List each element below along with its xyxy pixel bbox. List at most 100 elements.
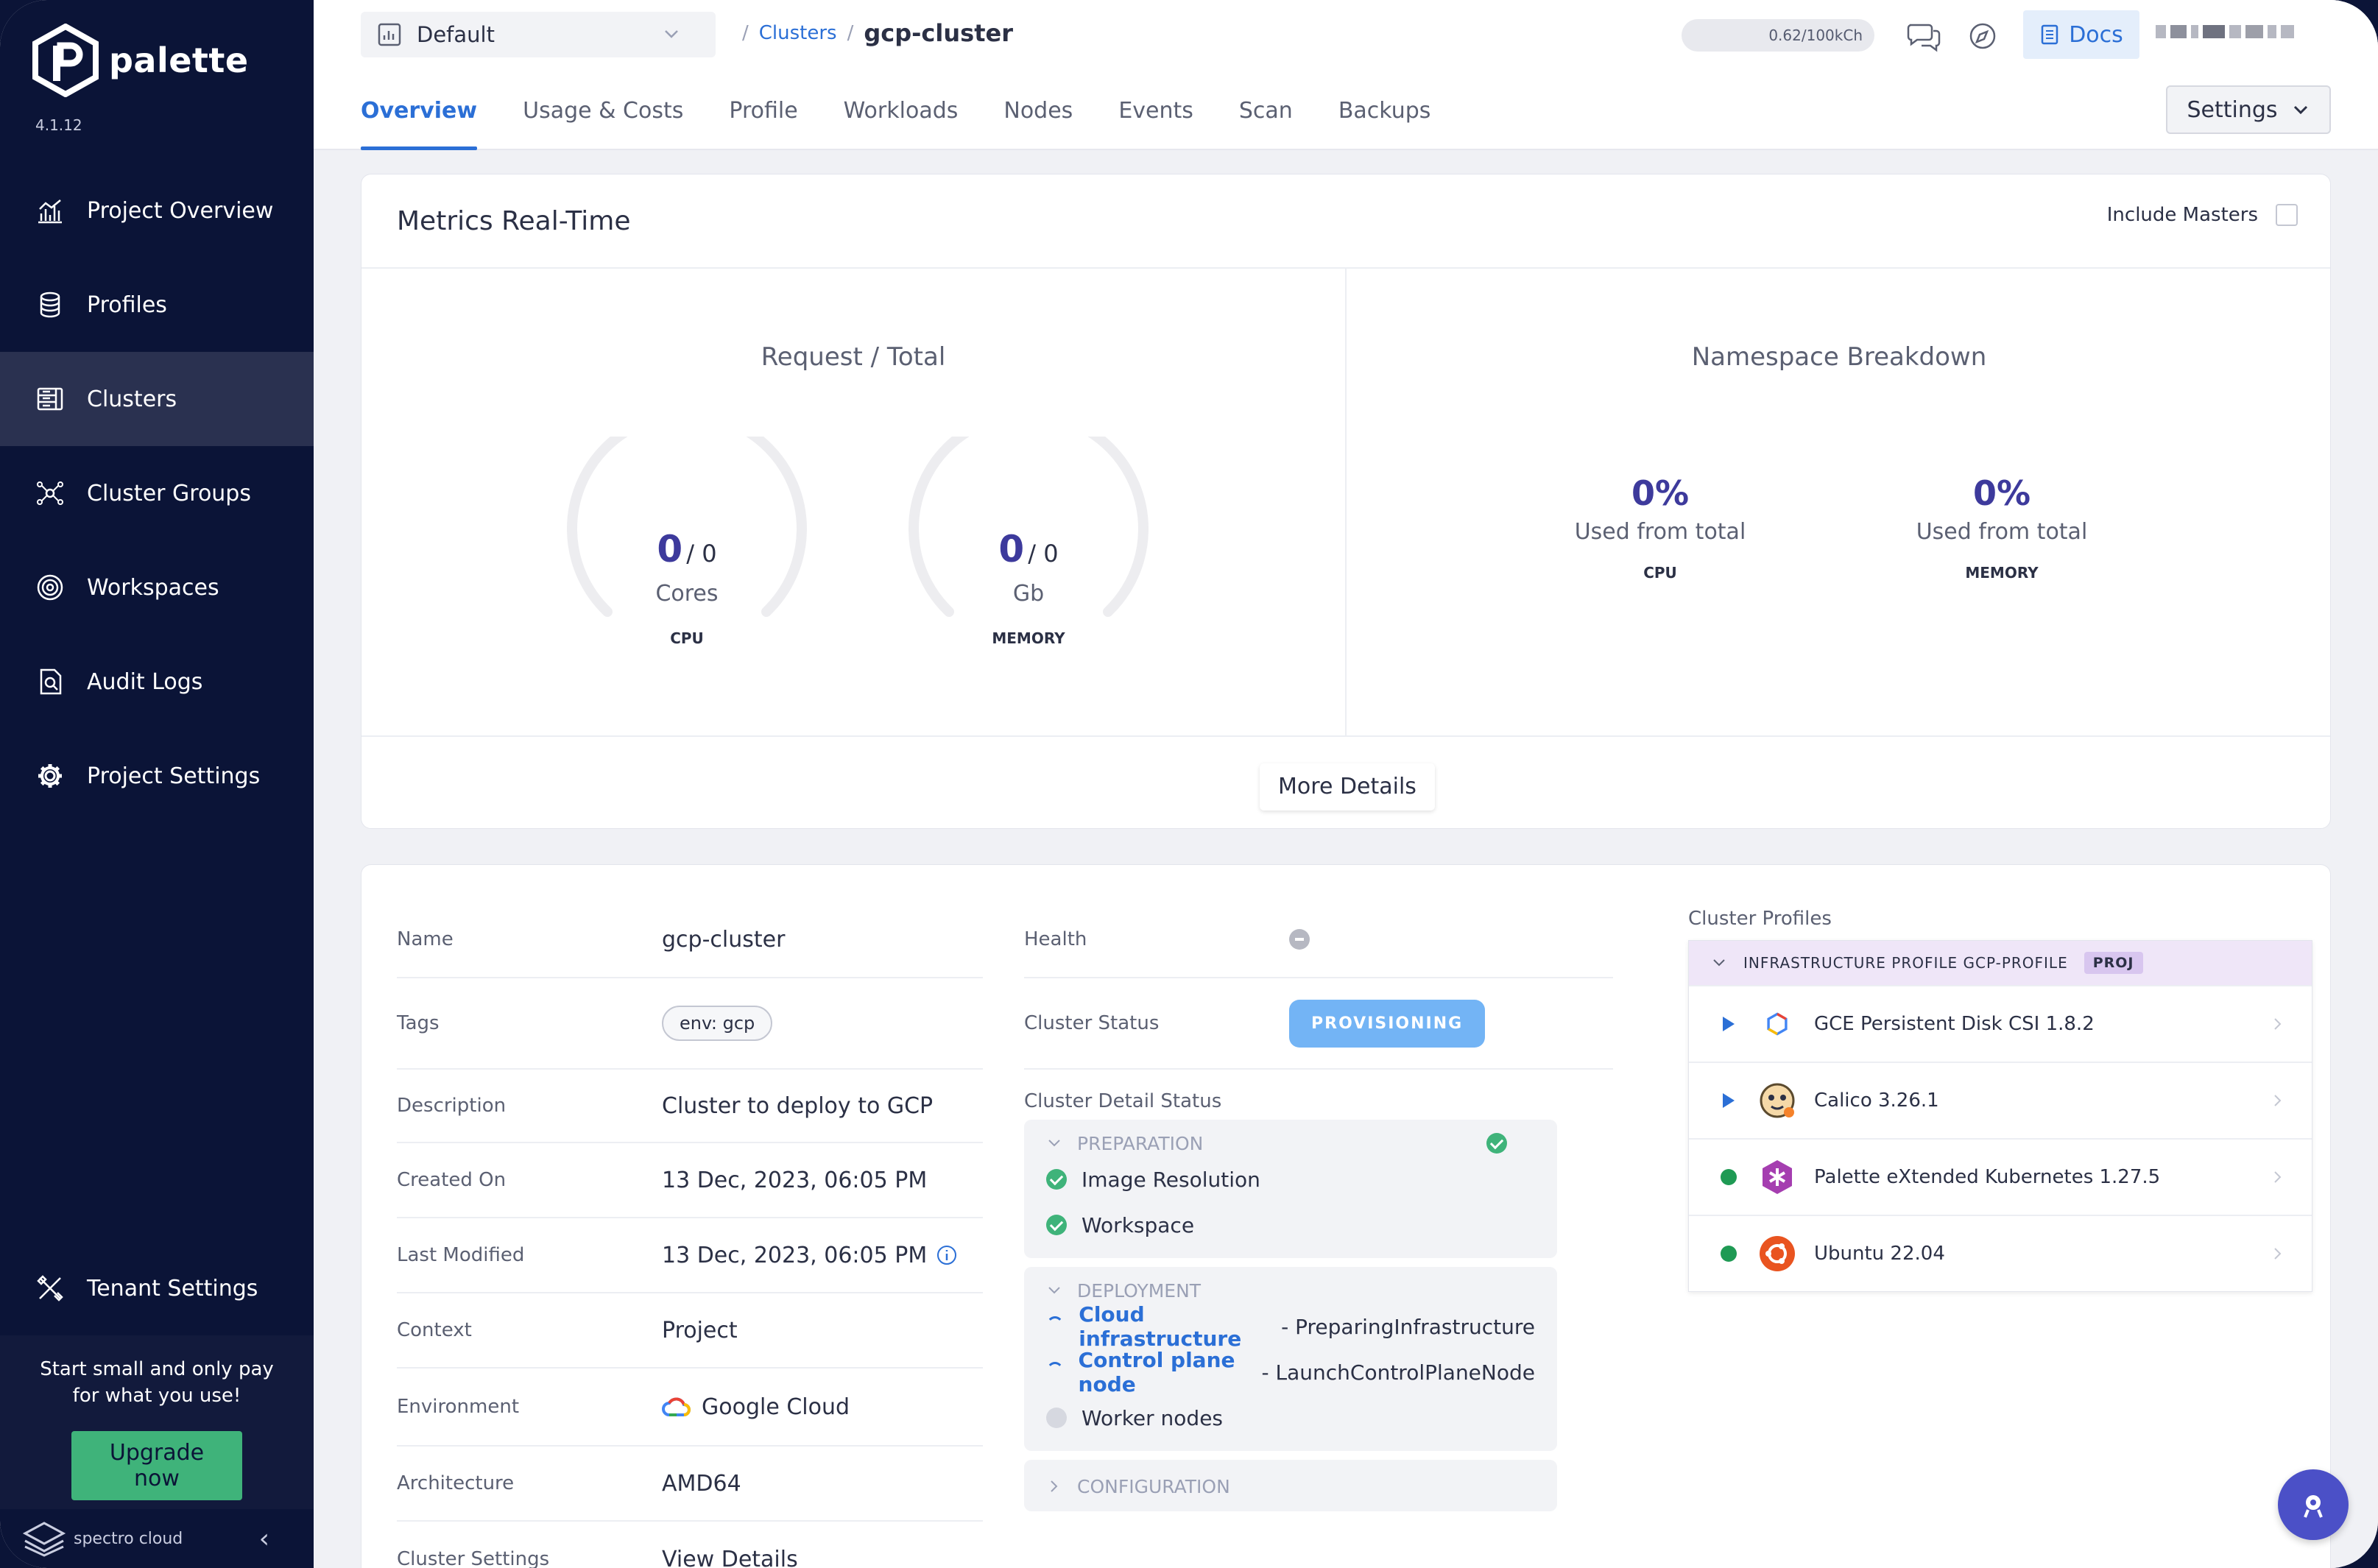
tab-overview[interactable]: Overview: [361, 87, 478, 150]
tab-scan[interactable]: Scan: [1239, 87, 1293, 150]
profile-header[interactable]: INFRASTRUCTURE PROFILE GCP-PROFILE PROJ: [1689, 941, 2312, 985]
palette-logo[interactable]: palette: [32, 24, 249, 97]
profile-layer[interactable]: GCE Persistent Disk CSI 1.8.2: [1689, 985, 2312, 1062]
play-icon[interactable]: [1723, 1017, 1735, 1031]
sidebar-item-label: Clusters: [87, 386, 177, 412]
chat-icon[interactable]: [1904, 16, 1944, 56]
gce-icon: [1758, 1005, 1796, 1043]
sidebar-item-project-overview[interactable]: Project Overview: [0, 163, 314, 258]
sidebar-item-label: Project Overview: [87, 197, 274, 224]
chevron-right-icon: [2274, 1171, 2282, 1183]
preparation-header[interactable]: PREPARATION: [1046, 1130, 1535, 1156]
configuration-label: CONFIGURATION: [1077, 1475, 1230, 1497]
request-total-title: Request / Total: [761, 342, 946, 372]
detail-key: Created On: [397, 1169, 507, 1191]
more-details-button[interactable]: More Details: [1260, 763, 1435, 811]
profile-layer[interactable]: Calico 3.26.1: [1689, 1062, 2312, 1138]
ns-memory-value: 0%: [1972, 473, 2031, 513]
step-item: Workspace: [1046, 1202, 1535, 1248]
upgrade-button[interactable]: Upgrade now: [71, 1431, 242, 1500]
check-circle-icon: [1046, 1169, 1067, 1190]
sidebar-footer: spectro cloud ‹: [0, 1509, 314, 1568]
docs-button[interactable]: Docs: [2023, 10, 2139, 59]
promo-text: Start small and only pay for what you us…: [40, 1358, 274, 1407]
memory-total: / 0: [1028, 540, 1059, 568]
deployment-section: DEPLOYMENT Cloud infrastructure - Prepar…: [1024, 1267, 1557, 1451]
layer-name: Calico 3.26.1: [1814, 1090, 1939, 1112]
sidebar-item-workspaces[interactable]: Workspaces: [0, 540, 314, 635]
detail-row-tags: Tags env: gcp: [397, 978, 983, 1070]
include-masters-checkbox[interactable]: [2276, 204, 2298, 226]
sidebar-item-project-settings[interactable]: Project Settings: [0, 729, 314, 823]
user-menu[interactable]: [2156, 25, 2296, 43]
clusters-icon: [35, 384, 65, 414]
context-value: Project: [662, 1317, 738, 1343]
calico-icon: [1758, 1081, 1796, 1120]
control-plane-node-link[interactable]: Control plane node: [1079, 1348, 1255, 1396]
detail-key: Cluster Status: [1024, 1012, 1160, 1034]
view-details-link[interactable]: View Details: [662, 1547, 798, 1568]
profile-layer[interactable]: Ubuntu 22.04: [1689, 1215, 2312, 1291]
modified-value: 13 Dec, 2023, 06:05 PM: [662, 1242, 928, 1268]
sidebar-item-profiles[interactable]: Profiles: [0, 258, 314, 352]
spinner-icon: [1046, 1362, 1064, 1382]
collapse-sidebar-icon[interactable]: ‹: [259, 1524, 269, 1554]
ns-cpu-sub: Used from total: [1574, 519, 1746, 545]
scope-badge: PROJ: [2084, 952, 2143, 974]
architecture-value: AMD64: [662, 1470, 741, 1497]
chevron-down-icon: [1713, 959, 1725, 967]
detail-key: Health: [1024, 928, 1087, 950]
detail-row-context: Context Project: [397, 1293, 983, 1369]
status-dot-icon: [1721, 1246, 1737, 1262]
cloud-infrastructure-link[interactable]: Cloud infrastructure: [1079, 1302, 1274, 1351]
sidebar-item-clusters[interactable]: Clusters: [0, 352, 314, 446]
sidebar-item-tenant-settings[interactable]: Tenant Settings: [0, 1241, 314, 1335]
cluster-details-card: Name gcp-cluster Tags env: gcp Descripti…: [361, 864, 2331, 1568]
detail-status-title: Cluster Detail Status: [1024, 1090, 1222, 1112]
cpu-total: / 0: [686, 540, 717, 568]
tab-profile[interactable]: Profile: [729, 87, 797, 150]
sidebar: palette 4.1.12 Project Overview Profiles…: [0, 0, 314, 1568]
help-fab-button[interactable]: [2278, 1469, 2349, 1540]
detail-key: Description: [397, 1095, 507, 1117]
usage-meter[interactable]: 0.62/100kCh: [1682, 19, 1874, 52]
sidebar-item-label: Workspaces: [87, 574, 219, 601]
profile-layer[interactable]: Palette eXtended Kubernetes 1.27.5: [1689, 1138, 2312, 1215]
memory-gauge: 0 / 0 Gb MEMORY: [903, 437, 1154, 657]
tag-chip[interactable]: env: gcp: [662, 1006, 773, 1041]
sidebar-item-audit-logs[interactable]: Audit Logs: [0, 635, 314, 729]
project-selector[interactable]: Default: [361, 12, 716, 57]
include-masters-toggle[interactable]: Include Masters: [2107, 204, 2298, 226]
memory-used: 0: [998, 528, 1025, 571]
sidebar-item-label: Audit Logs: [87, 668, 203, 695]
detail-key: Tags: [397, 1012, 440, 1034]
detail-key: Cluster Settings: [397, 1548, 550, 1568]
tab-backups[interactable]: Backups: [1338, 87, 1431, 150]
detail-row-architecture: Architecture AMD64: [397, 1447, 983, 1522]
chevron-down-icon: [665, 30, 678, 38]
breadcrumb-clusters-link[interactable]: Clusters: [759, 22, 837, 44]
palette-logo-icon: [32, 24, 99, 97]
ubuntu-icon: [1758, 1235, 1796, 1273]
tab-nodes[interactable]: Nodes: [1003, 87, 1073, 150]
tab-events[interactable]: Events: [1118, 87, 1193, 150]
detail-row-status: Cluster Status PROVISIONING: [1024, 978, 1613, 1070]
detail-key: Architecture: [397, 1472, 515, 1494]
compass-icon[interactable]: [1963, 16, 2003, 56]
settings-dropdown-button[interactable]: Settings: [2166, 85, 2331, 134]
deployment-header[interactable]: DEPLOYMENT: [1046, 1277, 1535, 1304]
metrics-title: Metrics Real-Time: [397, 205, 631, 236]
tab-workloads[interactable]: Workloads: [844, 87, 959, 150]
upgrade-promo: Start small and only pay for what you us…: [0, 1335, 314, 1509]
breadcrumb-separator: /: [742, 22, 749, 44]
namespace-breakdown-title: Namespace Breakdown: [1691, 342, 1987, 372]
cluster-name-value: gcp-cluster: [662, 926, 786, 953]
detail-row-created: Created On 13 Dec, 2023, 06:05 PM: [397, 1143, 983, 1218]
play-icon[interactable]: [1723, 1093, 1735, 1108]
configuration-header[interactable]: CONFIGURATION: [1046, 1473, 1535, 1500]
sidebar-item-cluster-groups[interactable]: Cluster Groups: [0, 446, 314, 540]
tab-bar: Overview Usage & Costs Profile Workloads…: [361, 87, 1476, 150]
info-icon[interactable]: [936, 1244, 958, 1266]
tab-usage-costs[interactable]: Usage & Costs: [523, 87, 683, 150]
step-label: Worker nodes: [1082, 1405, 1224, 1430]
